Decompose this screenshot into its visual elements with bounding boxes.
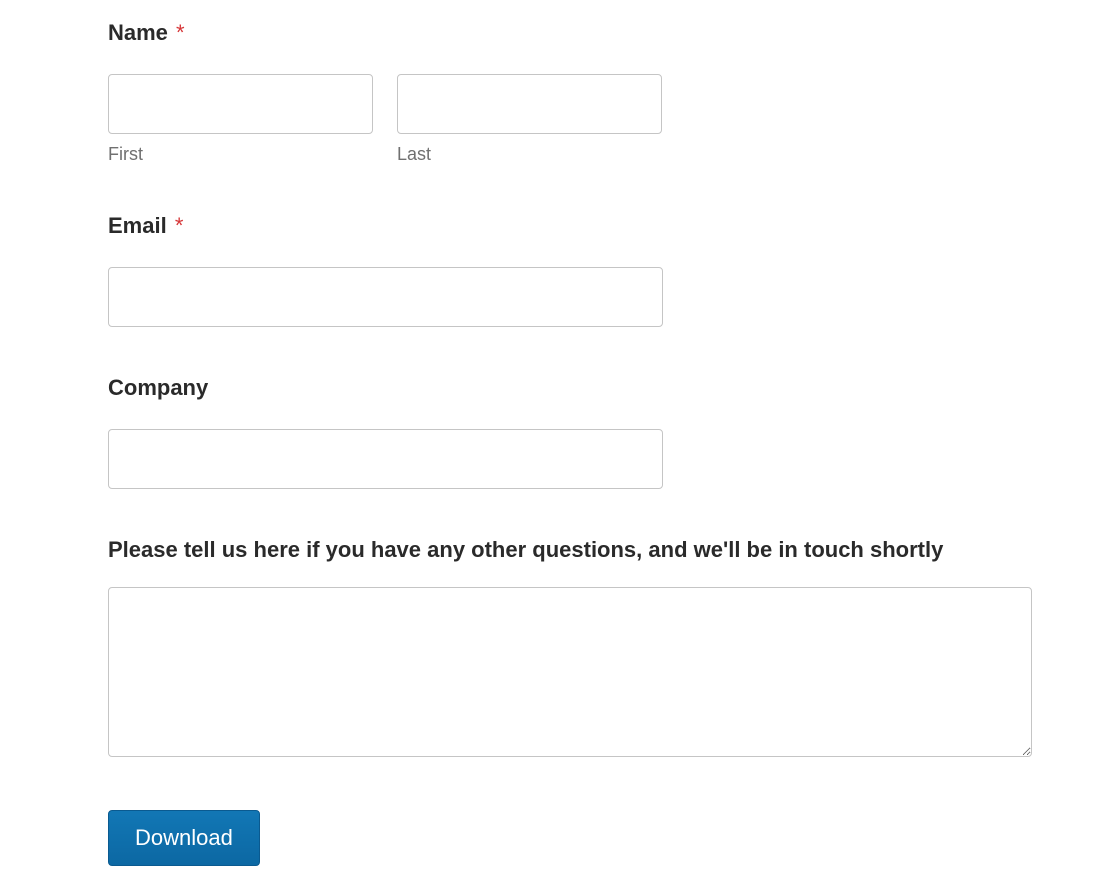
questions-label: Please tell us here if you have any othe… [108, 537, 1008, 563]
name-inputs-row: First Last [108, 74, 1008, 165]
name-label-text: Name [108, 20, 168, 45]
email-label-text: Email [108, 213, 167, 238]
questions-textarea[interactable] [108, 587, 1032, 757]
download-button[interactable]: Download [108, 810, 260, 866]
download-form: Name * First Last Email * Company Ple [108, 20, 1008, 866]
required-mark: * [176, 20, 185, 45]
submit-group: Download [108, 810, 1008, 866]
email-input[interactable] [108, 267, 663, 327]
questions-label-text: Please tell us here if you have any othe… [108, 537, 943, 562]
company-input[interactable] [108, 429, 663, 489]
last-name-input[interactable] [397, 74, 662, 134]
company-label: Company [108, 375, 1008, 401]
first-name-input[interactable] [108, 74, 373, 134]
email-label: Email * [108, 213, 1008, 239]
last-name-sublabel: Last [397, 144, 662, 165]
company-field-group: Company [108, 375, 1008, 489]
company-label-text: Company [108, 375, 208, 400]
name-label: Name * [108, 20, 1008, 46]
questions-field-group: Please tell us here if you have any othe… [108, 537, 1008, 762]
last-name-column: Last [397, 74, 662, 165]
first-name-column: First [108, 74, 373, 165]
required-mark: * [175, 213, 184, 238]
name-field-group: Name * First Last [108, 20, 1008, 165]
first-name-sublabel: First [108, 144, 373, 165]
email-field-group: Email * [108, 213, 1008, 327]
